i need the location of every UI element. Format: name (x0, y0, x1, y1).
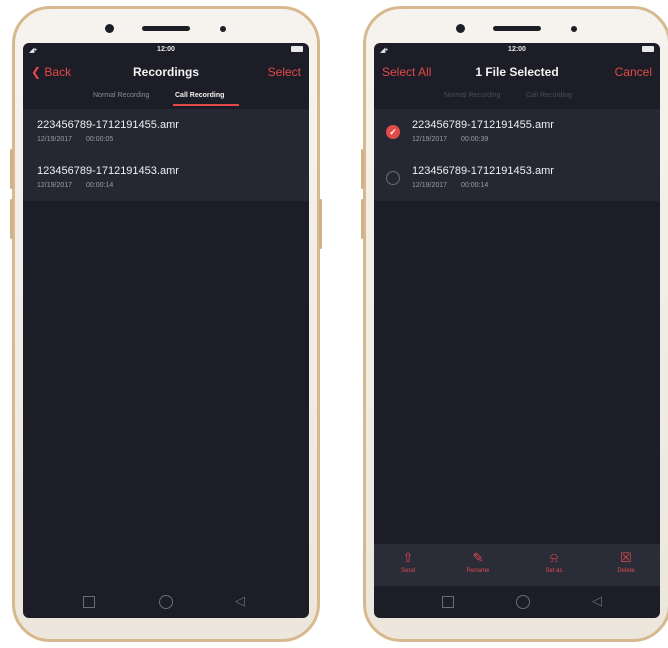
phone-top (15, 9, 317, 43)
file-date: 12/19/2017 (412, 136, 448, 143)
bell-icon: ⍾ (549, 550, 559, 565)
home-icon[interactable] (516, 595, 530, 609)
file-name: 223456789-1712191455.amr (37, 119, 179, 131)
list-item[interactable]: 123456789-1712191453.amr 12/19/2017 00:0… (23, 155, 309, 201)
tab-call-recording[interactable]: Call Recording (175, 92, 224, 99)
file-date: 12/19/2017 (37, 182, 73, 189)
tab-normal-recording[interactable]: Normal Recording (93, 92, 149, 99)
title-bar: ❮ Back Recordings Select (23, 57, 309, 87)
file-name: 223456789-1712191455.amr (412, 119, 554, 131)
file-meta: 12/19/2017 00:00:39 (412, 136, 500, 143)
set-as-button[interactable]: ⍾ Set as (528, 550, 580, 574)
sensor (571, 26, 577, 32)
status-bar: ◢• 12:00 (374, 43, 660, 57)
list-item[interactable]: 223456789-1712191455.amr 12/19/2017 00:0… (23, 109, 309, 155)
tab-call-recording: Call Recording (526, 92, 572, 99)
rename-button[interactable]: ✎ Rename (452, 550, 504, 574)
file-duration: 00:00:14 (86, 182, 114, 189)
tab-normal-recording: Normal Recording (444, 92, 501, 99)
back-nav-icon[interactable]: ◁ (235, 594, 245, 608)
checked-checkbox-icon[interactable]: ✓ (386, 125, 400, 139)
recording-list: 223456789-1712191455.amr 12/19/2017 00:0… (23, 109, 309, 201)
file-date: 12/19/2017 (37, 136, 73, 143)
action-bar: ⇧ Send ✎ Rename ⍾ Set as ☒ Delete (374, 544, 660, 586)
file-name: 123456789-1712191453.amr (412, 165, 554, 177)
file-duration: 00:00:39 (461, 136, 489, 143)
home-icon[interactable] (159, 595, 173, 609)
power-button (319, 199, 322, 249)
phone-top (366, 9, 668, 43)
volume-button (361, 149, 364, 189)
action-label: Rename (466, 568, 490, 574)
recents-icon[interactable] (442, 596, 454, 608)
file-meta: 12/19/2017 00:00:05 (37, 136, 125, 143)
status-time: 12:00 (157, 46, 175, 53)
file-duration: 00:00:14 (461, 182, 489, 189)
unchecked-checkbox-icon[interactable] (386, 171, 400, 185)
cancel-button[interactable]: Cancel (615, 65, 652, 79)
volume-button (10, 149, 13, 189)
action-label: Set as (545, 568, 563, 574)
sensor (220, 26, 226, 32)
back-nav-icon[interactable]: ◁ (592, 594, 602, 608)
earpiece-speaker (142, 26, 190, 31)
list-item[interactable]: ✓ 223456789-1712191455.amr 12/19/2017 00… (374, 109, 660, 155)
pencil-icon: ✎ (472, 550, 484, 565)
share-icon: ⇧ (402, 550, 414, 565)
active-tab-indicator (173, 104, 239, 106)
earpiece-speaker (493, 26, 541, 31)
battery-icon (642, 46, 654, 52)
navigation-bar: ◁ (23, 586, 309, 618)
title-bar: Select All 1 File Selected Cancel (374, 57, 660, 87)
select-button[interactable]: Select (268, 65, 301, 79)
battery-icon (291, 46, 303, 52)
action-label: Send (400, 568, 415, 574)
file-meta: 12/19/2017 00:00:14 (412, 182, 500, 189)
screen-recordings: ◢• 12:00 ❮ Back Recordings Select Normal… (23, 43, 309, 618)
send-button[interactable]: ⇧ Send (382, 550, 434, 574)
recents-icon[interactable] (83, 596, 95, 608)
volume-button (361, 199, 364, 239)
front-camera (105, 24, 114, 33)
list-item[interactable]: 123456789-1712191453.amr 12/19/2017 00:0… (374, 155, 660, 201)
delete-button[interactable]: ☒ Delete (600, 550, 652, 574)
trash-icon: ☒ (620, 550, 632, 565)
action-label: Delete (617, 568, 635, 574)
recording-list: ✓ 223456789-1712191455.amr 12/19/2017 00… (374, 109, 660, 201)
tab-bar: Normal Recording Call Recording (23, 87, 309, 109)
file-name: 123456789-1712191453.amr (37, 165, 179, 177)
navigation-bar: ◁ (374, 586, 660, 618)
file-meta: 12/19/2017 00:00:14 (37, 182, 125, 189)
status-time: 12:00 (508, 46, 526, 53)
tab-bar: Normal Recording Call Recording (374, 87, 660, 109)
front-camera (456, 24, 465, 33)
phone-right: ◢• 12:00 Select All 1 File Selected Canc… (361, 6, 668, 642)
file-duration: 00:00:05 (86, 136, 114, 143)
phone-left: ◢• 12:00 ❮ Back Recordings Select Normal… (10, 6, 322, 642)
screen-selection: ◢• 12:00 Select All 1 File Selected Canc… (374, 43, 660, 618)
file-date: 12/19/2017 (412, 182, 448, 189)
status-bar: ◢• 12:00 (23, 43, 309, 57)
volume-button (10, 199, 13, 239)
page-title: Recordings (132, 65, 199, 79)
